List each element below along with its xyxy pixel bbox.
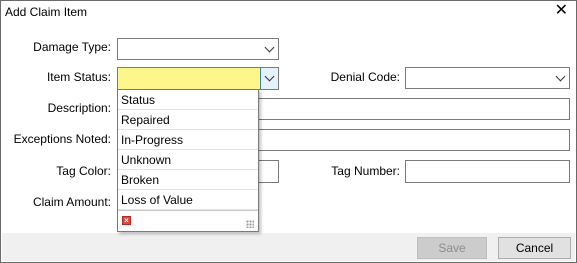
clear-icon[interactable]: × xyxy=(122,216,131,225)
dropdown-option[interactable]: Broken xyxy=(118,170,258,190)
dropdown-option[interactable]: Status xyxy=(118,90,258,110)
damage-type-label: Damage Type: xyxy=(33,40,111,54)
item-status-label: Item Status: xyxy=(46,70,111,84)
dropdown-option[interactable]: In-Progress xyxy=(118,130,258,150)
chevron-down-icon[interactable] xyxy=(551,68,569,88)
tag-number-label: Tag Number: xyxy=(331,164,400,178)
dialog-title: Add Claim Item xyxy=(5,5,88,19)
damage-type-select[interactable] xyxy=(117,38,279,60)
chevron-down-icon[interactable] xyxy=(260,39,278,59)
description-label: Description: xyxy=(47,101,111,115)
save-button[interactable]: Save xyxy=(417,237,487,259)
dropdown-option[interactable]: Unknown xyxy=(118,150,258,170)
exceptions-noted-label: Exceptions Noted: xyxy=(13,132,111,146)
item-status-select[interactable] xyxy=(117,67,279,90)
denial-code-select[interactable] xyxy=(405,67,570,89)
claim-amount-label: Claim Amount: xyxy=(32,195,111,209)
tag-number-input[interactable] xyxy=(405,160,570,183)
chevron-down-icon[interactable] xyxy=(260,68,278,89)
dropdown-footer: × xyxy=(118,210,258,231)
resize-grip-icon[interactable] xyxy=(246,220,254,228)
item-status-dropdown-list: Status Repaired In-Progress Unknown Brok… xyxy=(117,89,259,232)
dropdown-option[interactable]: Loss of Value xyxy=(118,190,258,210)
add-claim-item-dialog: Add Claim Item ✕ Damage Type: Item Statu… xyxy=(0,0,577,263)
close-icon[interactable]: ✕ xyxy=(555,2,568,20)
dialog-footer: Save Cancel xyxy=(2,233,575,261)
denial-code-label: Denial Code: xyxy=(330,70,400,84)
cancel-button[interactable]: Cancel xyxy=(498,237,571,259)
tag-color-label: Tag Color: xyxy=(56,164,111,178)
dropdown-option[interactable]: Repaired xyxy=(118,110,258,130)
